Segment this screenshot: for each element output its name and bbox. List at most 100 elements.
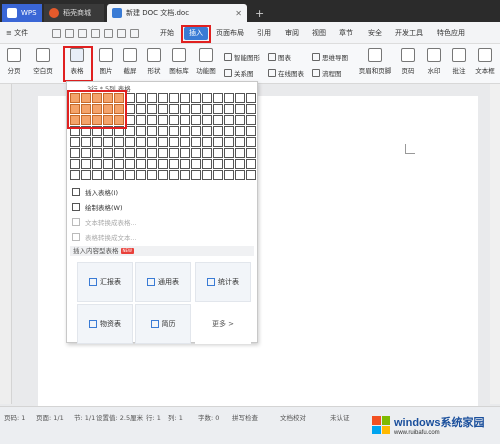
new-tab-button[interactable]: +	[250, 4, 269, 22]
grid-cell[interactable]	[169, 148, 179, 158]
grid-cell[interactable]	[103, 170, 113, 180]
grid-cell[interactable]	[136, 93, 146, 103]
grid-cell[interactable]	[213, 159, 223, 169]
grid-cell[interactable]	[202, 115, 212, 125]
menu-chapter[interactable]: 章节	[339, 28, 353, 38]
screenshot-button[interactable]: 截屏	[118, 48, 142, 75]
grid-cell[interactable]	[158, 159, 168, 169]
grid-cell[interactable]	[180, 126, 190, 136]
flow-chart-button[interactable]: 流程图	[312, 68, 342, 78]
grid-cell[interactable]	[92, 148, 102, 158]
grid-cell[interactable]	[213, 104, 223, 114]
grid-cell[interactable]	[191, 115, 201, 125]
grid-cell[interactable]	[81, 170, 91, 180]
grid-cell[interactable]	[235, 159, 245, 169]
grid-cell[interactable]	[169, 159, 179, 169]
grid-cell[interactable]	[136, 126, 146, 136]
function-chart-button[interactable]: 功能图	[193, 48, 219, 75]
grid-cell[interactable]	[224, 137, 234, 147]
grid-cell[interactable]	[224, 159, 234, 169]
grid-cell[interactable]	[169, 93, 179, 103]
menu-reference[interactable]: 引用	[257, 28, 271, 38]
grid-cell[interactable]	[180, 137, 190, 147]
grid-cell[interactable]	[180, 148, 190, 158]
grid-cell[interactable]	[191, 159, 201, 169]
grid-cell[interactable]	[191, 93, 201, 103]
tab-mall[interactable]: 稻壳商城	[44, 4, 104, 22]
relation-graph-button[interactable]: 关系图	[224, 68, 254, 78]
online-chart-button[interactable]: 在线图表	[268, 68, 304, 78]
grid-cell[interactable]	[136, 115, 146, 125]
grid-cell[interactable]	[158, 126, 168, 136]
report-table-card[interactable]: 汇报表	[77, 262, 133, 302]
grid-cell[interactable]	[224, 148, 234, 158]
print-icon[interactable]	[78, 29, 87, 38]
grid-cell[interactable]	[180, 159, 190, 169]
grid-cell[interactable]	[191, 126, 201, 136]
grid-cell[interactable]	[246, 104, 256, 114]
grid-cell[interactable]	[147, 159, 157, 169]
grid-cell[interactable]	[158, 104, 168, 114]
print-preview-icon[interactable]	[65, 29, 74, 38]
grid-cell[interactable]	[147, 126, 157, 136]
spell-check-toggle[interactable]: 拼写检查	[232, 412, 258, 422]
grid-cell[interactable]	[70, 159, 80, 169]
grid-cell[interactable]	[158, 93, 168, 103]
menu-start[interactable]: 开始	[160, 28, 174, 38]
grid-cell[interactable]	[235, 93, 245, 103]
grid-cell[interactable]	[235, 126, 245, 136]
grid-cell[interactable]	[246, 170, 256, 180]
page-break-button[interactable]: 分页	[4, 48, 24, 75]
grid-cell[interactable]	[180, 104, 190, 114]
grid-cell[interactable]	[70, 137, 80, 147]
tab-wps[interactable]: WPS	[2, 4, 42, 22]
comment-button[interactable]: 批注	[450, 48, 468, 75]
grid-cell[interactable]	[235, 115, 245, 125]
grid-cell[interactable]	[213, 115, 223, 125]
menu-view[interactable]: 视图	[312, 28, 326, 38]
grid-cell[interactable]	[169, 137, 179, 147]
grid-cell[interactable]	[169, 104, 179, 114]
grid-cell[interactable]	[213, 148, 223, 158]
icon-library-button[interactable]: 图标库	[166, 48, 192, 75]
stats-table-card[interactable]: 统计表	[195, 262, 251, 302]
grid-cell[interactable]	[81, 148, 91, 158]
menu-special-apps[interactable]: 特色应用	[437, 28, 465, 38]
menu-page-layout[interactable]: 页面布局	[216, 28, 244, 38]
grid-cell[interactable]	[136, 104, 146, 114]
general-table-card[interactable]: 通用表	[135, 262, 191, 302]
grid-cell[interactable]	[191, 137, 201, 147]
grid-cell[interactable]	[103, 148, 113, 158]
grid-cell[interactable]	[147, 93, 157, 103]
grid-cell[interactable]	[202, 104, 212, 114]
smart-graphic-button[interactable]: 智能图形	[224, 52, 260, 62]
grid-cell[interactable]	[81, 137, 91, 147]
grid-cell[interactable]	[235, 137, 245, 147]
close-tab-icon[interactable]: ✕	[235, 9, 242, 18]
grid-cell[interactable]	[92, 159, 102, 169]
chart-button[interactable]: 图表	[268, 52, 291, 62]
grid-cell[interactable]	[202, 159, 212, 169]
textbox-button[interactable]: 文本框	[472, 48, 498, 75]
vertical-scrollbar[interactable]	[490, 84, 500, 404]
doc-proof-button[interactable]: 文档校对	[280, 412, 306, 422]
grid-cell[interactable]	[180, 93, 190, 103]
grid-cell[interactable]	[169, 115, 179, 125]
grid-cell[interactable]	[136, 159, 146, 169]
page-number-button[interactable]: 页码	[396, 48, 420, 75]
grid-cell[interactable]	[114, 170, 124, 180]
grid-cell[interactable]	[213, 137, 223, 147]
grid-cell[interactable]	[202, 148, 212, 158]
grid-cell[interactable]	[125, 170, 135, 180]
grid-cell[interactable]	[147, 115, 157, 125]
grid-cell[interactable]	[169, 126, 179, 136]
resume-table-card[interactable]: 简历	[135, 304, 191, 344]
grid-cell[interactable]	[235, 170, 245, 180]
grid-cell[interactable]	[224, 104, 234, 114]
grid-cell[interactable]	[224, 126, 234, 136]
shape-button[interactable]: 形状	[142, 48, 166, 75]
grid-cell[interactable]	[235, 148, 245, 158]
grid-cell[interactable]	[169, 170, 179, 180]
more-tables-link[interactable]: 更多 >	[195, 304, 251, 344]
grid-cell[interactable]	[147, 104, 157, 114]
